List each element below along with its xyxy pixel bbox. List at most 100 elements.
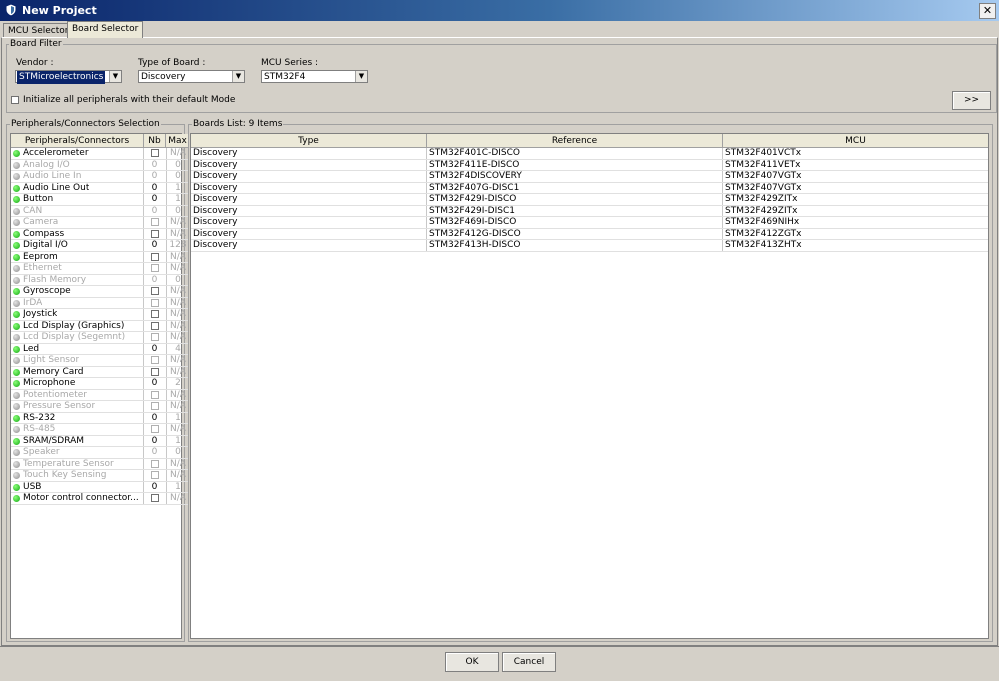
board-row[interactable]: Discovery STM32F412G-DISCO STM32F412ZGTx (191, 228, 988, 240)
peripheral-row[interactable]: SRAM/SDRAM 0 1 (11, 435, 189, 447)
peripheral-nb[interactable]: 0 (143, 205, 165, 216)
board-row[interactable]: Discovery STM32F401C-DISCO STM32F401VCTx (191, 148, 988, 160)
peripheral-nb-checkbox[interactable] (151, 252, 159, 261)
peripheral-nb[interactable]: 0 (143, 274, 165, 285)
peripheral-nb-checkbox[interactable] (151, 356, 159, 364)
peripheral-nb[interactable] (143, 424, 165, 435)
peripheral-row[interactable]: Flash Memory 0 0 (11, 274, 189, 286)
boards-table[interactable]: Type Reference MCU Discovery STM32F401C-D… (190, 133, 989, 639)
board-row[interactable]: Discovery STM32F429I-DISCO STM32F429ZITx (191, 194, 988, 206)
close-button[interactable]: ✕ (979, 3, 996, 19)
peripheral-nb[interactable] (143, 458, 165, 469)
peripheral-row[interactable]: Lcd Display (Segemnt) N/A (11, 332, 189, 344)
peripheral-nb[interactable]: 0 (143, 378, 165, 389)
peripheral-nb-checkbox[interactable] (151, 390, 159, 399)
peripheral-nb[interactable]: 0 (143, 194, 165, 205)
board-row[interactable]: Discovery STM32F4DISCOVERY STM32F407VGTx (191, 171, 988, 183)
peripheral-nb[interactable] (143, 366, 165, 377)
vendor-combo[interactable]: STMicroelectronics ▼ (15, 70, 122, 84)
peripheral-nb[interactable] (143, 493, 165, 504)
peripheral-nb[interactable] (143, 401, 165, 412)
peripheral-nb-checkbox[interactable] (151, 149, 159, 157)
peripheral-nb-checkbox[interactable] (151, 333, 159, 341)
peripheral-row[interactable]: Analog I/O 0 0 (11, 159, 189, 171)
peripheral-nb[interactable]: 0 (143, 240, 165, 251)
peripheral-row[interactable]: Pressure Sensor N/A (11, 401, 189, 413)
peripheral-row[interactable]: Joystick N/A (11, 309, 189, 321)
peripheral-nb-checkbox[interactable] (151, 229, 159, 238)
peripheral-nb[interactable] (143, 470, 165, 481)
peripheral-nb-checkbox[interactable] (151, 298, 159, 307)
peripheral-nb[interactable]: 0 (143, 412, 165, 423)
peripheral-row[interactable]: Memory Card N/A (11, 366, 189, 378)
peripheral-nb[interactable] (143, 297, 165, 308)
peripheral-row[interactable]: Microphone 0 2 (11, 378, 189, 390)
tab-board-selector[interactable]: Board Selector (67, 21, 144, 38)
peripheral-nb-checkbox[interactable] (151, 459, 159, 468)
peripheral-row[interactable]: Gyroscope N/A (11, 286, 189, 298)
peripheral-nb-checkbox[interactable] (151, 287, 159, 295)
title-bar[interactable]: New Project ✕ (0, 0, 999, 21)
board-type-combo[interactable]: Discovery ▼ (138, 70, 245, 83)
peripheral-nb[interactable] (143, 217, 165, 228)
peripheral-nb[interactable] (143, 251, 165, 262)
expand-filter-button[interactable]: >> (952, 91, 991, 110)
peripheral-nb[interactable] (143, 228, 165, 239)
peripheral-row[interactable]: Audio Line In 0 0 (11, 171, 189, 183)
peripheral-nb[interactable] (143, 286, 165, 297)
tab-mcu-selector[interactable]: MCU Selector (3, 23, 74, 38)
peripheral-row[interactable]: Digital I/O 0 128 (11, 240, 189, 252)
init-peripherals-checkbox[interactable] (11, 96, 19, 104)
peripheral-row[interactable]: Temperature Sensor N/A (11, 458, 189, 470)
peripheral-row[interactable]: Potentiometer N/A (11, 389, 189, 401)
peripheral-row[interactable]: Eeprom N/A (11, 251, 189, 263)
peripheral-nb-checkbox[interactable] (151, 471, 159, 479)
peripheral-nb[interactable] (143, 263, 165, 274)
chevron-down-icon[interactable]: ▼ (232, 71, 244, 82)
peripheral-row[interactable]: RS-485 N/A (11, 424, 189, 436)
board-row[interactable]: Discovery STM32F411E-DISCO STM32F411VETx (191, 159, 988, 171)
peripheral-nb[interactable]: 0 (143, 182, 165, 193)
peripheral-nb[interactable] (143, 355, 165, 366)
board-row[interactable]: Discovery STM32F407G-DISC1 STM32F407VGTx (191, 182, 988, 194)
peripheral-row[interactable]: USB 0 1 (11, 481, 189, 493)
peripheral-row[interactable]: Speaker 0 0 (11, 447, 189, 459)
col-header-reference[interactable]: Reference (427, 134, 723, 148)
peripheral-row[interactable]: Motor control connector... N/A (11, 493, 189, 505)
peripheral-nb-checkbox[interactable] (151, 402, 159, 410)
peripheral-row[interactable]: Touch Key Sensing N/A (11, 470, 189, 482)
peripheral-row[interactable]: Accelerometer N/A (11, 148, 189, 160)
col-header-mcu[interactable]: MCU (723, 134, 988, 148)
col-header-max[interactable]: Max (166, 134, 189, 148)
col-header-nb[interactable]: Nb (144, 134, 166, 148)
peripheral-row[interactable]: Camera N/A (11, 217, 189, 229)
cancel-button[interactable]: Cancel (502, 652, 556, 672)
peripheral-nb[interactable]: 0 (143, 171, 165, 182)
peripheral-nb-checkbox[interactable] (151, 321, 159, 330)
peripheral-row[interactable]: Lcd Display (Graphics) N/A (11, 320, 189, 332)
peripheral-nb[interactable] (143, 320, 165, 331)
peripheral-nb[interactable]: 0 (143, 481, 165, 492)
board-row[interactable]: Discovery STM32F413H-DISCO STM32F413ZHTx (191, 240, 988, 252)
peripheral-nb-checkbox[interactable] (151, 218, 159, 226)
peripheral-row[interactable]: CAN 0 0 (11, 205, 189, 217)
peripheral-nb[interactable]: 0 (143, 435, 165, 446)
col-header-type[interactable]: Type (191, 134, 427, 148)
peripheral-nb[interactable]: 0 (143, 159, 165, 170)
peripheral-nb-checkbox[interactable] (151, 264, 159, 272)
peripheral-nb[interactable] (143, 309, 165, 320)
peripheral-row[interactable]: Ethernet N/A (11, 263, 189, 275)
peripheral-nb[interactable] (143, 332, 165, 343)
peripheral-row[interactable]: Button 0 1 (11, 194, 189, 206)
chevron-down-icon[interactable]: ▼ (109, 71, 121, 82)
ok-button[interactable]: OK (445, 652, 499, 672)
peripheral-nb[interactable]: 0 (143, 447, 165, 458)
peripheral-nb[interactable]: 0 (143, 343, 165, 354)
peripheral-row[interactable]: IrDA N/A (11, 297, 189, 309)
peripheral-row[interactable]: Light Sensor N/A (11, 355, 189, 367)
peripheral-nb-checkbox[interactable] (151, 367, 159, 376)
peripheral-nb-checkbox[interactable] (151, 425, 159, 433)
peripheral-row[interactable]: Audio Line Out 0 1 (11, 182, 189, 194)
peripheral-nb[interactable] (143, 148, 165, 159)
peripheral-nb-checkbox[interactable] (151, 494, 159, 502)
